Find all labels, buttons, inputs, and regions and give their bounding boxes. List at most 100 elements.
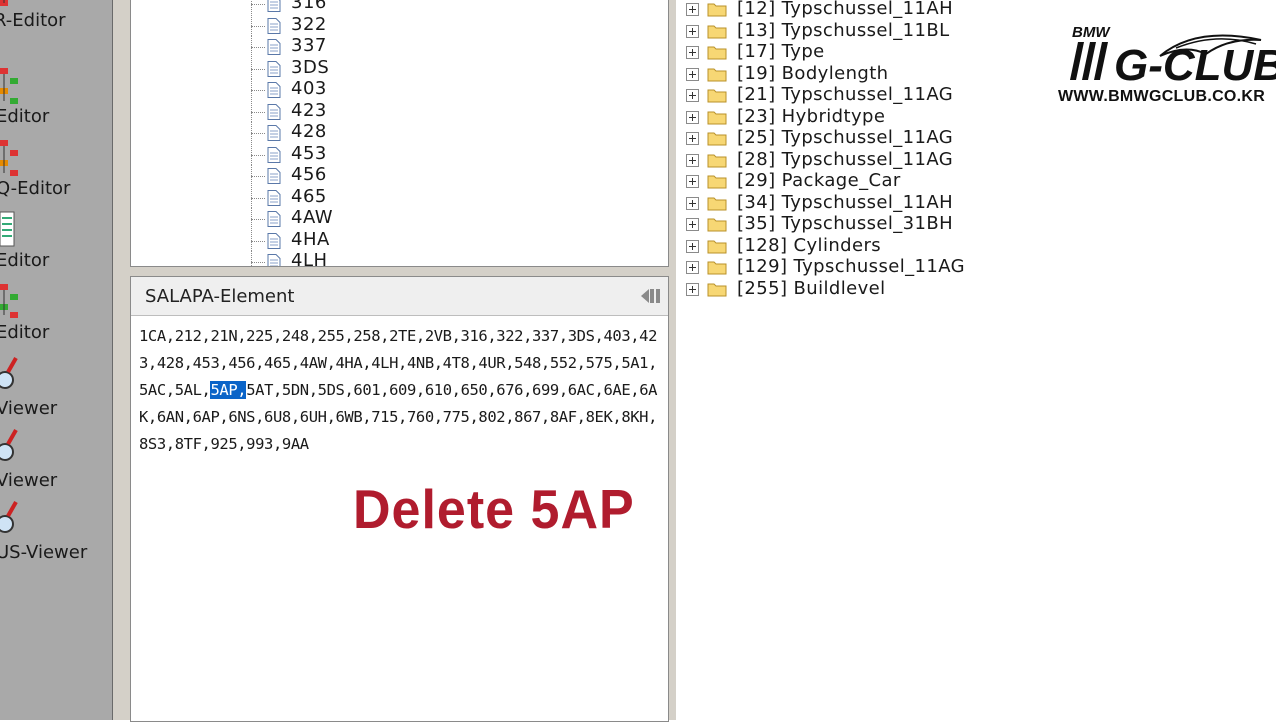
magnifier-viewer-icon: [0, 357, 18, 389]
folder-icon: [707, 175, 727, 189]
tree-item-label: 337: [291, 35, 327, 56]
tool-q-editor[interactable]: Q-Editor: [0, 136, 112, 208]
fa-tree-item[interactable]: [17] Type: [678, 41, 1038, 63]
fa-tree-item-label: [19] Bodylength: [737, 62, 889, 84]
tree-item-label: 4LH: [291, 250, 328, 267]
fa-tree[interactable]: [12] Typschussel_11AH [13] Typschussel_11…: [678, 0, 1038, 720]
document-icon: [267, 125, 281, 141]
tree-item-label: 428: [291, 121, 327, 142]
expand-plus-icon[interactable]: [686, 132, 699, 145]
tree-item[interactable]: 337: [131, 35, 631, 57]
tree-connector: [251, 47, 265, 48]
folder-icon: [707, 3, 727, 17]
tree-item[interactable]: 428: [131, 121, 631, 143]
fa-tree-item-label: [34] Typschussel_11AH: [737, 191, 954, 213]
tree-item[interactable]: 456: [131, 164, 631, 186]
document-icon: [267, 60, 281, 77]
folder-icon: [707, 197, 727, 210]
selected-text[interactable]: 5AP,: [210, 381, 247, 399]
salapa-panel: SALAPA-Element 1CA,212,21N,225,248,255,2…: [130, 276, 669, 722]
expand-plus-icon[interactable]: [686, 196, 699, 210]
fa-tree-item[interactable]: [128] Cylinders: [678, 234, 1038, 257]
folder-icon: [707, 25, 727, 38]
tree-editor-icon: [0, 284, 18, 318]
tree-connector: [251, 4, 265, 5]
fa-tree-item[interactable]: [25] Typschussel_11AG: [678, 127, 1038, 149]
expand-plus-icon[interactable]: [686, 239, 699, 253]
fa-tree-item-label: [128] Cylinders: [737, 234, 882, 256]
fa-tree-item[interactable]: [28] Typschussel_11AG: [678, 148, 1038, 171]
tool-label: Viewer: [0, 470, 58, 491]
expand-plus-icon[interactable]: [686, 282, 699, 296]
tool-label: US-Viewer: [0, 542, 88, 563]
tree-connector: [251, 154, 265, 156]
expand-plus-icon[interactable]: [686, 218, 699, 231]
tree-editor-icon: [0, 68, 18, 104]
document-icon: [267, 146, 281, 163]
tool-r-editor[interactable]: R-Editor: [0, 0, 112, 46]
fa-tree-item[interactable]: [23] Hybridtype: [678, 105, 1038, 128]
folder-icon: [707, 111, 727, 124]
tool-label: Viewer: [0, 398, 58, 419]
tree-item[interactable]: 403: [131, 78, 631, 100]
tool-label: Editor: [0, 322, 50, 343]
tree-item[interactable]: 4LH: [131, 250, 631, 267]
tree-connector: [251, 262, 265, 263]
fa-tree-item[interactable]: [35] Typschussel_31BH: [678, 213, 1038, 235]
tree-item[interactable]: 316: [131, 0, 631, 14]
document-icon: [267, 17, 281, 34]
tree-connector: [251, 25, 265, 27]
tree-item[interactable]: 3DS: [131, 56, 631, 79]
tool-editor[interactable]: Editor: [0, 64, 112, 136]
tool-label: Editor: [0, 106, 50, 127]
tree-editor-icon: [0, 140, 18, 176]
expand-plus-icon[interactable]: [686, 24, 699, 38]
fa-tree-item[interactable]: [19] Bodylength: [678, 62, 1038, 85]
tree-item[interactable]: 4HA: [131, 228, 631, 251]
fa-tree-item-label: [13] Typschussel_11BL: [737, 19, 950, 41]
tool-viewer[interactable]: Viewer: [0, 352, 112, 424]
salapa-element-list[interactable]: 1CA,212,21N,225,248,255,258,2TE,2VB,316,…: [139, 323, 661, 458]
tree-connector: [251, 219, 265, 220]
fa-tree-item-label: [28] Typschussel_11AG: [737, 148, 954, 170]
tree-item-label: 456: [291, 164, 327, 185]
document-icon: [267, 189, 281, 206]
magnifier-viewer-icon: [0, 501, 18, 533]
tool-us-viewer[interactable]: US-Viewer: [0, 496, 112, 568]
logo-url: WWW.BMWGCLUB.CO.KR: [1058, 88, 1266, 105]
folder-icon: [707, 261, 727, 275]
fa-tree-item[interactable]: [13] Typschussel_11BL: [678, 19, 1038, 42]
expand-plus-icon[interactable]: [686, 175, 699, 188]
tree-item[interactable]: 453: [131, 143, 631, 165]
tree-item[interactable]: 4AW: [131, 207, 631, 229]
fa-tree-item[interactable]: [129] Typschussel_11AG: [678, 256, 1038, 278]
document-icon: [267, 39, 281, 55]
expand-plus-icon[interactable]: [686, 153, 699, 167]
folder-icon: [707, 132, 727, 146]
tree-item[interactable]: 465: [131, 186, 631, 208]
fa-tree-item[interactable]: [12] Typschussel_11AH: [678, 0, 1038, 20]
tree-item-label: 4HA: [291, 228, 330, 250]
expand-plus-icon[interactable]: [686, 46, 699, 59]
element-tree[interactable]: 316 322 337 3DS 403 423 428 453 456 465 4AW 4HA 4LH …: [130, 0, 669, 267]
fa-tree-item-label: [23] Hybridtype: [737, 105, 886, 127]
expand-plus-icon[interactable]: [686, 89, 699, 102]
fa-tree-item[interactable]: [29] Package_Car: [678, 170, 1038, 192]
expand-plus-icon[interactable]: [686, 261, 699, 274]
tool-editor[interactable]: Editor: [0, 208, 112, 280]
tree-item[interactable]: 423: [131, 100, 631, 122]
pin-panel-icon[interactable]: [639, 286, 661, 306]
tool-editor[interactable]: Editor: [0, 280, 112, 352]
tool-viewer[interactable]: Viewer: [0, 424, 112, 496]
expand-plus-icon[interactable]: [686, 3, 699, 16]
expand-plus-icon[interactable]: [686, 67, 699, 81]
fa-tree-item[interactable]: [255] Buildlevel: [678, 278, 1038, 300]
tree-item-label: 3DS: [291, 56, 330, 78]
fa-tree-item[interactable]: [34] Typschussel_11AH: [678, 191, 1038, 214]
fa-tree-item-label: [12] Typschussel_11AH: [737, 0, 954, 19]
tree-item[interactable]: 322: [131, 14, 631, 36]
fa-tree-item[interactable]: [21] Typschussel_11AG: [678, 84, 1038, 106]
expand-plus-icon[interactable]: [686, 110, 699, 124]
tree-connector: [251, 111, 265, 113]
folder-icon: [707, 154, 727, 167]
